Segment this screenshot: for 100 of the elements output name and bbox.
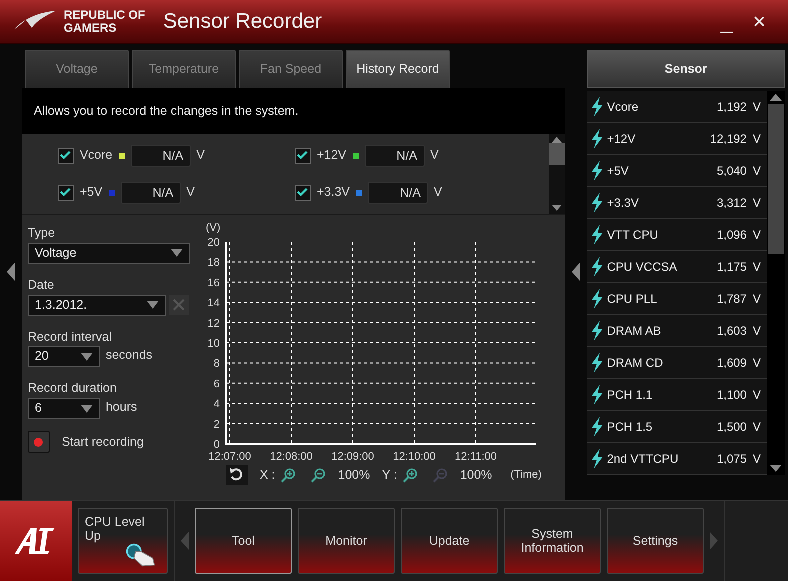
- scroll-up-icon[interactable]: [770, 94, 782, 101]
- zoom-in-icon[interactable]: [403, 468, 418, 482]
- sensor-name: +12V: [607, 130, 637, 148]
- unit-label: seconds: [106, 347, 153, 364]
- lightning-icon: [590, 224, 604, 244]
- tick-label: 4: [214, 398, 220, 411]
- scrollbar[interactable]: [767, 91, 785, 475]
- tick-label: 12:08:00: [270, 451, 313, 463]
- lightning-icon: [590, 448, 604, 468]
- panel-header: Sensor: [587, 50, 785, 88]
- channel-label: +12V: [316, 147, 347, 164]
- sensor-value: 1,500: [716, 418, 747, 436]
- unit-label: V: [196, 147, 205, 164]
- field-label: Type: [28, 225, 56, 242]
- lightning-icon: [590, 352, 604, 372]
- unit-label: V: [752, 386, 761, 404]
- sensor-value: 5,040: [716, 162, 747, 180]
- unit-label: V: [752, 98, 761, 116]
- channel-label: Vcore: [80, 147, 113, 164]
- tab[interactable]: Voltage: [24, 50, 129, 88]
- value-field[interactable]: N/A: [130, 144, 191, 166]
- tick-label: 6: [214, 378, 220, 390]
- tab[interactable]: History Record: [346, 50, 450, 88]
- sensor-value: 1,787: [716, 290, 747, 308]
- scrollbar[interactable]: [549, 134, 566, 214]
- sensor-value: 1,603: [716, 322, 747, 340]
- tick-label: 12:11:00: [454, 451, 497, 463]
- tab[interactable]: Temperature: [132, 50, 236, 88]
- zoom-out-icon[interactable]: [311, 468, 326, 482]
- sensor-value: 1,192: [716, 98, 747, 116]
- tick-label: 2: [214, 418, 220, 431]
- checkbox[interactable]: [294, 184, 311, 200]
- nav-button[interactable]: Settings: [607, 508, 704, 574]
- channel-label: +5V: [80, 184, 103, 202]
- sensor-name: +3.3V: [607, 194, 640, 212]
- sensor-name: PCH 1.1: [607, 386, 654, 404]
- tick-label: 14: [208, 298, 220, 310]
- left-arrow-icon[interactable]: [6, 263, 15, 281]
- sensor-value: 3,312: [716, 194, 747, 212]
- duration-dropdown[interactable]: 6: [28, 398, 100, 419]
- tick-label: 10: [208, 338, 220, 350]
- sensor-name: VTT CPU: [607, 226, 660, 244]
- tick-label: 12:10:00: [393, 451, 436, 463]
- checkbox[interactable]: [58, 184, 74, 200]
- nav-button[interactable]: Monitor: [298, 508, 395, 574]
- tick-label: 12:09:00: [332, 451, 374, 463]
- nav-button[interactable]: Tool: [195, 508, 292, 574]
- unit-label: V: [752, 258, 761, 276]
- tick-label: 16: [208, 277, 220, 290]
- sensor-value: 1,609: [716, 354, 747, 372]
- axis-title: (Time): [510, 468, 542, 483]
- lightning-icon: [590, 160, 604, 180]
- sensor-name: PCH 1.5: [607, 418, 654, 436]
- zoom-in-icon[interactable]: [281, 468, 296, 482]
- record-button[interactable]: [28, 431, 50, 453]
- unit-label: V: [752, 226, 761, 244]
- value-field[interactable]: N/A: [120, 182, 181, 204]
- lightning-icon: [590, 320, 604, 340]
- channel-label: +3.3V: [316, 184, 350, 202]
- field-label: Date: [28, 276, 56, 294]
- lightning-icon: [590, 384, 604, 404]
- scroll-down-icon[interactable]: [552, 205, 562, 211]
- value-field[interactable]: N/A: [364, 144, 425, 166]
- value-field[interactable]: N/A: [368, 182, 428, 204]
- interval-dropdown[interactable]: 20: [28, 346, 100, 368]
- date-dropdown[interactable]: 1.3.2012.: [28, 294, 166, 316]
- sensor-name: Vcore: [607, 98, 640, 116]
- sensor-value: 1,175: [716, 258, 747, 276]
- nav-button[interactable]: Update: [401, 508, 498, 574]
- cpu-level-up-button[interactable]: CPU Level Up: [78, 508, 168, 574]
- unit-label: hours: [106, 399, 138, 416]
- field-label: Record duration: [28, 380, 118, 398]
- nav-button[interactable]: System Information: [504, 508, 601, 574]
- lightning-icon: [590, 416, 604, 436]
- unit-label: V: [752, 194, 761, 212]
- brand-name: REPUBLIC OF GAMERS: [64, 8, 146, 34]
- tick-label: 12:07:00: [208, 451, 252, 463]
- tick-label: 20: [208, 237, 220, 249]
- unit-label: V: [752, 450, 761, 468]
- checkbox[interactable]: [58, 148, 74, 164]
- close-button[interactable]: ×: [743, 10, 776, 32]
- lightning-icon: [590, 128, 604, 148]
- minimize-button[interactable]: _: [710, 10, 744, 32]
- unit-label: V: [752, 322, 761, 340]
- type-dropdown[interactable]: Voltage: [28, 242, 190, 264]
- left-arrow-icon[interactable]: [572, 263, 580, 281]
- checkbox[interactable]: [294, 148, 311, 164]
- sensor-name: DRAM AB: [607, 322, 662, 340]
- sensor-name: DRAM CD: [607, 354, 664, 372]
- sensor-name: CPU PLL: [607, 290, 658, 308]
- scroll-down-icon[interactable]: [770, 465, 782, 472]
- axis-label: Y :: [382, 466, 398, 484]
- tick-label: 8: [214, 358, 220, 370]
- axis-label: X :: [260, 466, 276, 484]
- lightning-icon: [590, 192, 604, 212]
- tab[interactable]: Fan Speed: [238, 50, 343, 88]
- sensor-value: 1,100: [716, 386, 747, 404]
- sensor-name: +5V: [607, 162, 630, 180]
- unit-label: V: [752, 290, 761, 308]
- reset-icon[interactable]: [226, 465, 248, 485]
